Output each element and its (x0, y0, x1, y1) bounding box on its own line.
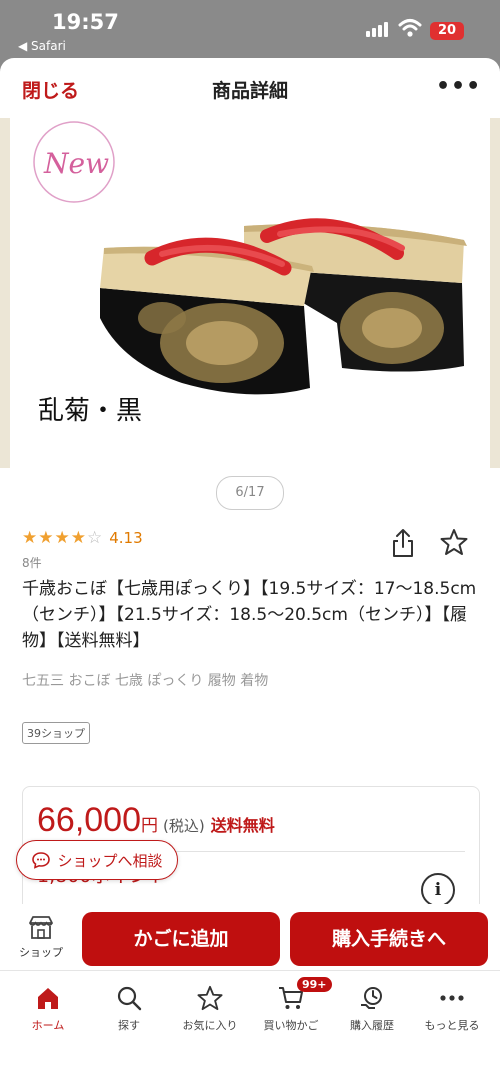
product-image-gallery[interactable]: New 乱菊・黒 (0, 118, 500, 468)
bottom-tab-bar: ホーム 探す お気に入り 99+ 買い物かご 購入履歴 もっと見る (0, 970, 500, 1080)
tab-label: もっと見る (424, 1019, 480, 1032)
next-image-peek[interactable] (490, 118, 500, 468)
battery-indicator: 20 (430, 22, 464, 40)
chat-bubble-icon (32, 852, 51, 869)
info-icon[interactable]: i (421, 873, 455, 907)
checkout-button[interactable]: 購入手続きへ (290, 912, 488, 966)
back-to-safari-link[interactable]: ◀ Safari (18, 39, 66, 53)
more-dots-icon (440, 995, 464, 1001)
shop-badge: 39ショップ (22, 722, 90, 744)
image-caption: 乱菊・黒 (38, 396, 143, 426)
product-tags[interactable]: 七五三 おこぼ 七歳 ぽっくり 履物 着物 (22, 670, 268, 690)
review-count[interactable]: 8件 (22, 554, 42, 571)
shop-button[interactable]: ショップ (14, 914, 68, 960)
price-amount: 66,000 (37, 801, 141, 839)
previous-image-peek[interactable] (0, 118, 10, 468)
page-title: 商品詳細 (211, 80, 288, 102)
purchase-action-bar: ショップ かごに追加 購入手続きへ (0, 904, 500, 970)
product-title: 千歳おこぼ【七歳用ぽっくり】【19.5サイズ：17〜18.5cm（センチ）】【2… (22, 579, 477, 651)
product-detail-sheet: 閉じる 商品詳細 ••• New 乱菊・黒 6/17 ★★★★ ☆ 4.13 8… (0, 58, 500, 1080)
tab-label: お気に入り (182, 1019, 238, 1032)
search-icon (117, 986, 142, 1011)
favorite-star-icon[interactable] (440, 528, 468, 556)
rating-row[interactable]: ★★★★ ☆ 4.13 (22, 528, 143, 548)
tab-label: ホーム (31, 1019, 65, 1032)
shop-label: ショップ (19, 946, 63, 959)
tab-cart[interactable]: 99+ 買い物かご (249, 977, 333, 1033)
status-bar: 19:57 ◀ Safari 20 (0, 0, 500, 56)
tab-favorites[interactable]: お気に入り (168, 985, 252, 1033)
star-icon (197, 985, 223, 1011)
consult-shop-label: ショップへ相談 (57, 851, 163, 870)
tab-label: 買い物かご (263, 1019, 319, 1032)
home-icon (38, 988, 58, 1009)
history-icon (361, 987, 382, 1009)
sheet-header: 閉じる 商品詳細 ••• (0, 58, 500, 118)
status-time: 19:57 (52, 10, 119, 34)
new-label: New (43, 147, 109, 180)
tax-label: (税込) (163, 817, 205, 835)
consult-shop-button[interactable]: ショップへ相談 (16, 840, 178, 880)
tab-more[interactable]: もっと見る (410, 985, 494, 1033)
tab-label: 探す (118, 1019, 140, 1032)
rating-star-empty: ☆ (86, 528, 104, 548)
share-icon[interactable] (390, 528, 416, 558)
tab-label: 購入履歴 (350, 1019, 394, 1032)
tab-home[interactable]: ホーム (6, 985, 90, 1033)
store-icon (29, 916, 53, 939)
rating-stars: ★★★★ (22, 528, 87, 548)
free-shipping-label: 送料無料 (210, 816, 275, 835)
price-currency: 円 (141, 816, 158, 836)
more-options-button[interactable]: ••• (436, 74, 481, 99)
add-to-cart-button[interactable]: かごに追加 (82, 912, 280, 966)
image-page-indicator: 6/17 (216, 476, 284, 510)
signal-icon (366, 22, 388, 37)
cart-count-badge: 99+ (297, 977, 332, 992)
rating-value: 4.13 (109, 529, 143, 547)
tab-purchase-history[interactable]: 購入履歴 (330, 985, 414, 1033)
price-row: 66,000 円 (税込) 送料無料 (37, 801, 275, 840)
wifi-icon (398, 19, 422, 37)
tab-search[interactable]: 探す (87, 985, 171, 1033)
